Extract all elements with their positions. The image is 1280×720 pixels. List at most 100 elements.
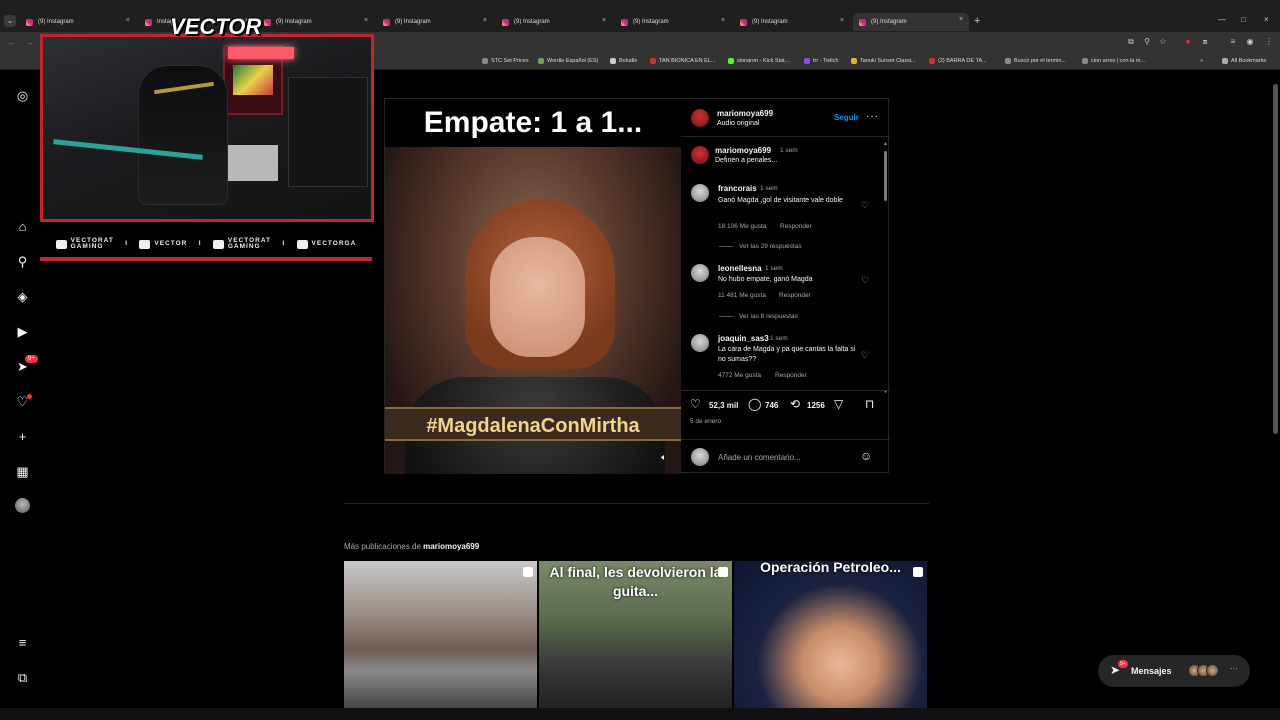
bookmark-item[interactable]: trr - Twitch <box>804 58 839 64</box>
more-posts-username[interactable]: mariomoya699 <box>423 542 479 551</box>
browser-tab[interactable]: (9) Instagram × <box>377 14 493 30</box>
view-replies-button[interactable]: Ver las 29 respuestas <box>739 243 802 250</box>
threads-icon[interactable]: ⧉ <box>14 669 31 686</box>
instagram-icon[interactable]: ◎ <box>14 87 31 104</box>
comment-icon[interactable]: ◯ <box>748 397 761 411</box>
close-tab-icon[interactable]: × <box>840 17 844 24</box>
comment-username[interactable]: joaquin_sas3 <box>718 334 769 343</box>
bookmarks-overflow-icon[interactable]: » <box>1200 58 1203 64</box>
home-icon[interactable]: ⌂ <box>14 218 31 235</box>
bookmark-item[interactable]: STC Set Prices <box>482 58 529 64</box>
bookmark-star-icon[interactable]: ☆ <box>1158 37 1168 47</box>
maximize-icon[interactable]: □ <box>1241 15 1246 24</box>
bookmark-item[interactable]: (2) BARRA DE TA... <box>929 58 987 64</box>
profile-avatar[interactable] <box>15 498 30 513</box>
reply-button[interactable]: Responder <box>775 372 807 379</box>
bookmark-item[interactable]: Buscó por el términ... <box>1005 58 1066 64</box>
comment-likes[interactable]: 4772 Me gusta <box>718 372 761 379</box>
emoji-icon[interactable]: ☺ <box>860 449 872 463</box>
post-thumbnail[interactable] <box>344 561 537 708</box>
close-tab-icon[interactable]: × <box>959 16 963 23</box>
post-thumbnail[interactable]: Operación Petroleo... <box>734 561 927 708</box>
comment-username[interactable]: mariomoya699 <box>715 146 771 155</box>
like-comment-icon[interactable]: ♡ <box>861 200 869 211</box>
close-tab-icon[interactable]: × <box>126 17 130 24</box>
reel-icon <box>523 567 533 577</box>
comment-username[interactable]: francorais <box>718 184 757 193</box>
media-controls-icon[interactable]: ≡ <box>1228 37 1238 47</box>
follow-button[interactable]: Seguir <box>834 113 859 122</box>
bookmark-item[interactable]: cion arros | con la m... <box>1082 58 1145 64</box>
minimize-icon[interactable]: — <box>1218 15 1226 24</box>
browser-tab[interactable]: (9) Instagram × <box>258 14 374 30</box>
comments-scrollbar[interactable]: ▲ ▼ <box>883 141 888 395</box>
new-tab-button[interactable]: + <box>974 15 980 27</box>
comment-text: Definen a penales... <box>715 157 778 164</box>
comment-avatar[interactable] <box>691 184 709 202</box>
close-tab-icon[interactable]: × <box>721 17 725 24</box>
browser-tab[interactable]: (9) Instagram × <box>734 14 850 30</box>
extension-icon[interactable]: ● <box>1183 37 1193 47</box>
scroll-up-icon[interactable]: ▲ <box>883 141 888 147</box>
comment-likes[interactable]: 11 481 Me gusta <box>718 292 766 299</box>
post-video[interactable]: Empate: 1 a 1... #MagdalenaConMirtha 🔈︎ <box>385 99 681 474</box>
reels-icon[interactable]: ▶ <box>14 323 31 340</box>
author-avatar[interactable] <box>691 109 709 127</box>
browser-tab[interactable]: (9) Instagram × <box>615 14 731 30</box>
comment-avatar[interactable] <box>691 334 709 352</box>
back-icon[interactable]: ← <box>7 37 16 47</box>
page-scrollbar[interactable] <box>1273 84 1278 434</box>
zoom-icon[interactable]: ⚲ <box>1142 37 1152 47</box>
like-comment-icon[interactable]: ♡ <box>861 350 869 361</box>
close-tab-icon[interactable]: × <box>483 17 487 24</box>
create-icon[interactable]: + <box>14 428 31 445</box>
close-tab-icon[interactable]: × <box>602 17 606 24</box>
search-icon[interactable]: ⚲ <box>14 253 31 270</box>
save-icon[interactable]: ⊓ <box>865 397 874 411</box>
browser-tab-active[interactable]: (9) Instagram × <box>853 13 969 31</box>
dashboard-icon[interactable]: ▦ <box>14 463 31 480</box>
reposts-count[interactable]: 1256 <box>807 401 825 410</box>
close-tab-icon[interactable]: × <box>364 17 368 24</box>
scrollbar-thumb[interactable] <box>884 151 887 201</box>
messages-widget[interactable]: ➤ 9+ Mensajes ··· <box>1098 655 1250 687</box>
bookmark-item[interactable]: Boludle <box>610 58 637 64</box>
share-icon[interactable]: ▽ <box>834 397 843 411</box>
browser-menu-icon[interactable]: ⋮ <box>1264 37 1274 47</box>
bookmark-item[interactable]: Wordle Español (ES) <box>538 58 598 64</box>
youtube-social: VECTORAT GAMING <box>55 237 114 250</box>
install-app-icon[interactable]: ⧉ <box>1126 37 1136 47</box>
likes-count[interactable]: 52,3 mil <box>709 401 738 410</box>
comments-count[interactable]: 746 <box>765 401 778 410</box>
extensions-puzzle-icon[interactable]: ⧈ <box>1200 37 1210 47</box>
menu-icon[interactable]: ≡ <box>14 634 31 651</box>
add-comment-input[interactable]: Añade un comentario... <box>718 453 801 462</box>
comment-avatar[interactable] <box>691 146 709 164</box>
bookmark-item[interactable]: Tanuki Sunset Classi... <box>851 58 916 64</box>
like-comment-icon[interactable]: ♡ <box>861 275 869 286</box>
comment-likes[interactable]: 18 106 Me gusta <box>718 223 766 230</box>
mute-icon[interactable]: 🔈︎ <box>657 450 671 464</box>
all-bookmarks[interactable]: All Bookmarks <box>1222 58 1266 64</box>
bookmark-item[interactable]: TAN BIONICA EN EL... <box>650 58 715 64</box>
more-options-icon[interactable]: ··· <box>866 111 879 122</box>
tab-list-button[interactable]: ⌄ <box>4 15 16 27</box>
bookmark-item[interactable]: sionaron - Kick Stat... <box>728 58 789 64</box>
profile-icon[interactable]: ◉ <box>1245 37 1255 47</box>
audio-label[interactable]: Audio original <box>717 120 759 127</box>
reply-button[interactable]: Responder <box>780 223 812 230</box>
reply-button[interactable]: Responder <box>779 292 811 299</box>
forward-icon[interactable]: → <box>25 37 34 47</box>
repost-icon[interactable]: ⟲ <box>790 397 800 411</box>
like-icon[interactable]: ♡ <box>690 397 701 411</box>
view-replies-button[interactable]: Ver las 8 respuestas <box>739 313 798 320</box>
post-thumbnail[interactable]: Al final, les devolvieron la guita... <box>539 561 732 708</box>
comment-username[interactable]: leonellesna <box>718 264 762 273</box>
comment-avatar[interactable] <box>691 264 709 282</box>
explore-icon[interactable]: ◈ <box>14 288 31 305</box>
browser-tab[interactable]: (9) Instagram × <box>496 14 612 30</box>
author-username[interactable]: mariomoya699 <box>717 109 773 118</box>
instagram-favicon-icon <box>383 18 390 26</box>
close-window-icon[interactable]: × <box>1264 15 1269 24</box>
browser-tab[interactable]: (9) Instagram × <box>20 14 136 30</box>
